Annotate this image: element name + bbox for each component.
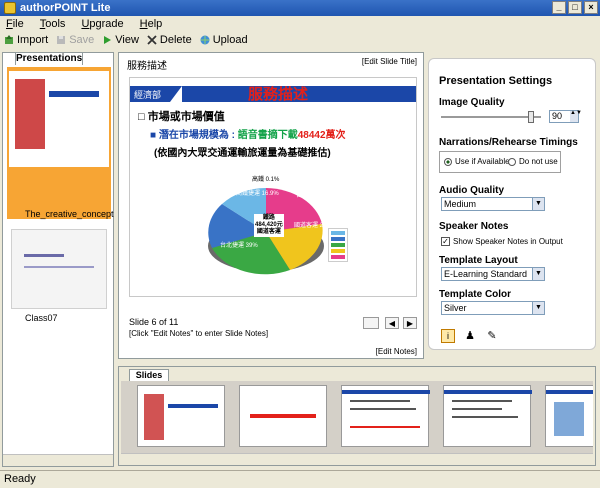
presenter-icon[interactable]: ♟: [463, 329, 477, 343]
tab-slides[interactable]: Slides: [129, 369, 169, 381]
image-quality-label: Image Quality: [439, 97, 505, 108]
upload-globe-icon: [200, 35, 210, 45]
slide-thumbnail[interactable]: [137, 385, 225, 447]
info-icon[interactable]: i: [441, 329, 455, 343]
play-icon: [104, 36, 112, 44]
presentation-label: Class07: [25, 313, 58, 323]
maximize-button[interactable]: □: [568, 1, 582, 14]
radio-unselected-icon: [508, 157, 516, 166]
image-quality-slider-thumb[interactable]: [528, 111, 534, 123]
slide-bullet-1: □ 市場或市場價值: [138, 111, 225, 123]
spinner-icon[interactable]: ▲▼: [570, 110, 582, 122]
slide-bullet-3: (依國內大眾交通運輸旅運量為基礎推估): [154, 148, 331, 159]
timings-use-radio[interactable]: Use if Available: [444, 157, 510, 166]
horizontal-scrollbar[interactable]: [3, 454, 113, 466]
slide-preview-panel: 服務描述 [Edit Slide Title] 經濟部 服務描述 □ 市場或市場…: [118, 52, 424, 359]
next-slide-button[interactable]: ▶: [403, 317, 417, 329]
checkbox-checked-icon: ✓: [441, 237, 450, 246]
template-color-select[interactable]: Silver ▼: [441, 301, 545, 315]
blue-bar: [49, 91, 99, 97]
presentation-settings-card: Presentation Settings Image Quality 90 ▲…: [428, 58, 596, 350]
slide-thumbnail[interactable]: [443, 385, 532, 447]
settings-heading: Presentation Settings: [439, 75, 553, 87]
template-layout-select[interactable]: E-Learning Standard ▼: [441, 267, 545, 281]
speaker-notes-label: Speaker Notes: [439, 221, 509, 232]
pie-legend: [328, 228, 348, 262]
pie-label-hsr: 高鐵捷運 16.9%: [236, 191, 279, 197]
presentation-thumbnail: [9, 71, 109, 167]
timings-donotuse-radio[interactable]: Do not use: [508, 157, 558, 166]
image-quality-slider-track[interactable]: [441, 111, 541, 123]
pie-center-label: 鐵路 484,420元 國道客運: [254, 214, 284, 237]
delete-icon: [147, 35, 157, 45]
title-bar: authorPOINT Lite _ □ ×: [0, 0, 600, 16]
slide-thumbnail[interactable]: [545, 385, 593, 447]
slides-strip-panel: Slides: [118, 366, 596, 466]
presentation-label: The_creative_concept: [25, 209, 114, 219]
svg-text:高鐵 0.1%: 高鐵 0.1%: [252, 175, 280, 183]
chevron-down-icon: ▼: [532, 302, 544, 314]
tab-presentations[interactable]: Presentations: [15, 52, 83, 65]
previous-slide-button[interactable]: ◀: [385, 317, 399, 329]
pie-label-mrt: 台北捷運 39%: [220, 243, 258, 249]
pie-label-bus: 國道客運 26%: [294, 223, 332, 229]
menu-upgrade[interactable]: Upgrade: [81, 18, 123, 30]
settings-panel: Presentation Settings Image Quality 90 ▲…: [428, 52, 598, 359]
chevron-down-icon: ▼: [532, 198, 544, 210]
radio-selected-icon: [444, 157, 452, 166]
slide-title: 服務描述: [127, 61, 167, 72]
speaker-notes-checkbox[interactable]: ✓ Show Speaker Notes in Output: [441, 237, 563, 246]
menu-bar: File Tools Upgrade Help: [0, 16, 600, 32]
key-icon[interactable]: ✎: [485, 329, 499, 343]
pie-label-rail: 台鐵 16%: [296, 193, 322, 199]
toolbar: Import Save View Delete Upload: [0, 32, 600, 48]
app-icon: [4, 2, 16, 14]
timings-label: Narrations/Rehearse Timings: [439, 137, 578, 148]
save-button[interactable]: Save: [56, 34, 94, 46]
edit-notes-link[interactable]: [Edit Notes]: [376, 347, 417, 356]
slides-strip: [121, 381, 593, 453]
template-layout-label: Template Layout: [439, 255, 518, 266]
presentations-panel: Presentations The_creative_concept Class…: [2, 52, 114, 467]
upload-button[interactable]: Upload: [200, 34, 248, 46]
audio-quality-label: Audio Quality: [439, 185, 504, 196]
app-title: authorPOINT Lite: [20, 2, 111, 14]
slide-thumbnail[interactable]: [341, 385, 430, 447]
presentation-item-creative-concept[interactable]: The_creative_concept: [7, 67, 114, 219]
delete-button[interactable]: Delete: [147, 34, 192, 46]
chevron-down-icon: ▼: [532, 268, 544, 280]
menu-file[interactable]: File: [6, 18, 24, 30]
status-text: Ready: [4, 473, 36, 485]
close-button[interactable]: ×: [584, 1, 598, 14]
fullscreen-button[interactable]: [363, 317, 379, 329]
save-icon: [57, 36, 66, 44]
edit-slide-title-link[interactable]: [Edit Slide Title]: [362, 57, 417, 66]
import-icon: [5, 35, 13, 44]
audio-quality-select[interactable]: Medium ▼: [441, 197, 545, 211]
image-quality-input[interactable]: 90 ▲▼: [549, 110, 582, 123]
import-button[interactable]: Import: [4, 34, 48, 46]
slide-bullet-2: ■ 潛在市場規模為 : 語音書摘下載48442萬次: [150, 130, 346, 141]
slide-thumbnail[interactable]: [239, 385, 327, 447]
calligraphy-image: [15, 79, 45, 149]
presentation-thumbnail: [11, 229, 107, 309]
slide-brand: 經濟部: [134, 90, 162, 100]
view-button[interactable]: View: [102, 34, 139, 46]
horizontal-scrollbar[interactable]: [121, 453, 593, 463]
timings-group: Use if Available Do not use: [439, 151, 561, 173]
status-bar: Ready: [0, 470, 600, 488]
slide-heading: 服務描述: [248, 86, 309, 103]
menu-help[interactable]: Help: [140, 18, 163, 30]
minimize-button[interactable]: _: [552, 1, 566, 14]
notes-hint: [Click "Edit Notes" to enter Slide Notes…: [129, 329, 269, 338]
slide-image: 經濟部 服務描述 □ 市場或市場價值 ■ 潛在市場規模為 : 語音書摘下載484…: [129, 77, 417, 297]
presentation-item-class07[interactable]: Class07: [7, 225, 111, 325]
menu-tools[interactable]: Tools: [40, 18, 66, 30]
slide-counter: Slide 6 of 11: [129, 317, 179, 327]
template-color-label: Template Color: [439, 289, 512, 300]
